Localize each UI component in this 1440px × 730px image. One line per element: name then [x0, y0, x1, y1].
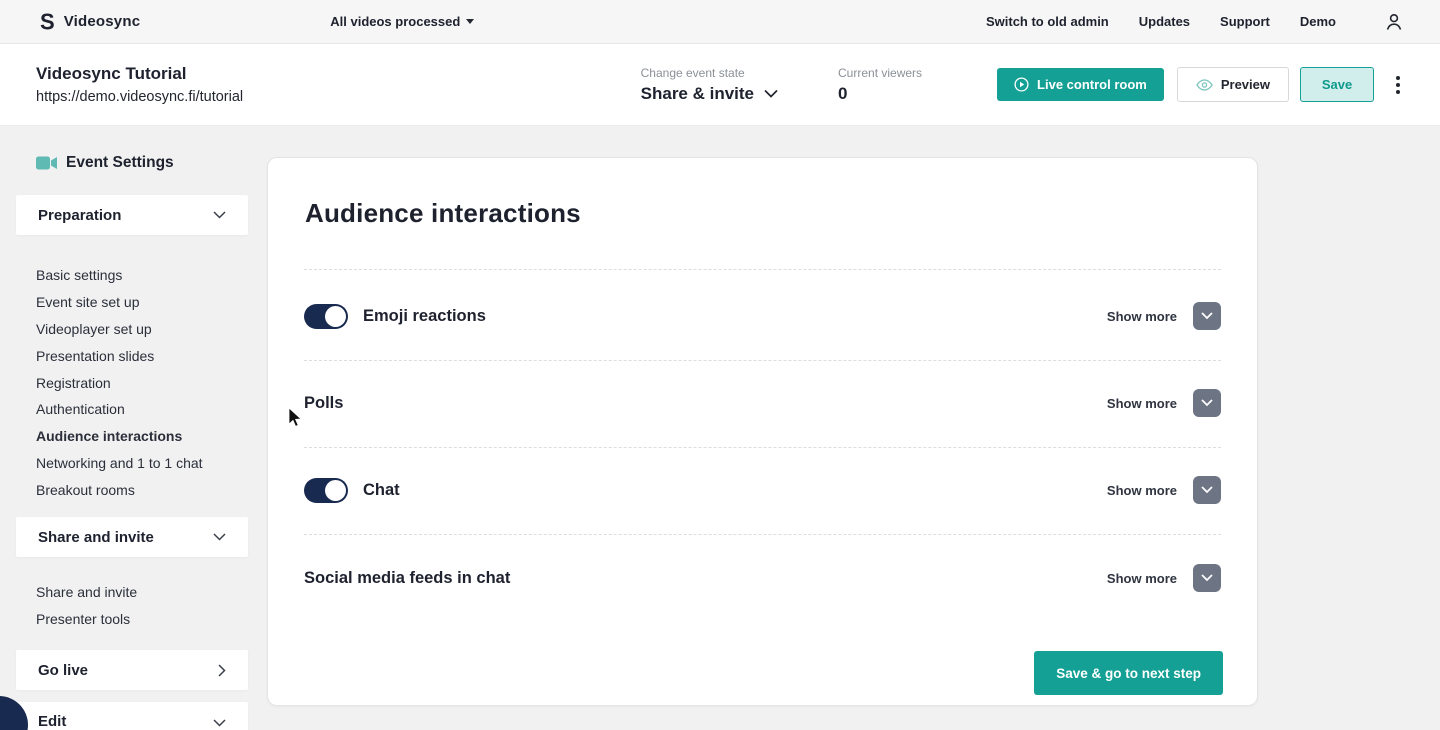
brand-name: Videosync [63, 13, 141, 30]
chevron-down-icon [213, 211, 226, 219]
chevron-down-icon [1201, 486, 1213, 494]
feature-row-emoji-reactions: Emoji reactions Show more [304, 286, 1221, 346]
sidebar-item-networking-1to1-chat[interactable]: Networking and 1 to 1 chat [36, 450, 203, 477]
share-invite-label: Share and invite [38, 528, 154, 546]
top-bar: S Videosync All videos processed Switch … [0, 0, 1440, 44]
event-state-block: Change event state Share & invite [641, 66, 778, 104]
event-title-block: Videosync Tutorial https://demo.videosyn… [36, 64, 243, 105]
videos-processed-dropdown[interactable]: All videos processed [330, 14, 475, 29]
go-live-label: Go live [38, 661, 89, 679]
feature-row-social-media-feeds: Social media feeds in chat Show more [304, 548, 1221, 608]
show-more-link[interactable]: Show more [1107, 483, 1177, 498]
event-url[interactable]: https://demo.videosync.fi/tutorial [36, 89, 243, 105]
share-invite-items: Share and invite Presenter tools [36, 579, 137, 633]
sidebar-item-basic-settings[interactable]: Basic settings [36, 262, 203, 289]
topbar-links: Switch to old admin Updates Support Demo [986, 12, 1404, 32]
current-viewers-count: 0 [838, 83, 848, 103]
divider [304, 447, 1221, 448]
sidebar-item-breakout-rooms[interactable]: Breakout rooms [36, 476, 203, 503]
sidebar-section-edit[interactable]: Edit [16, 702, 248, 730]
section-heading: Audience interactions [305, 198, 581, 228]
chevron-down-icon [764, 89, 778, 98]
expand-section-button[interactable] [1193, 476, 1221, 504]
event-state-label: Change event state [640, 65, 745, 80]
show-more-link[interactable]: Show more [1107, 571, 1177, 586]
link-switch-old-admin[interactable]: Switch to old admin [986, 14, 1109, 29]
caret-down-icon [466, 19, 475, 24]
current-viewers-label: Current viewers [838, 65, 923, 80]
videos-processed-label: All videos processed [330, 14, 461, 29]
save-button[interactable]: Save [1300, 67, 1374, 102]
event-header: Videosync Tutorial https://demo.videosyn… [0, 44, 1440, 126]
chevron-down-icon [1201, 312, 1213, 320]
expand-section-button[interactable] [1193, 389, 1221, 417]
chevron-down-icon [1201, 399, 1213, 407]
sidebar-heading-label: Event Settings [66, 154, 174, 171]
sidebar-heading: Event Settings [36, 154, 174, 172]
event-state-value: Share & invite [640, 83, 755, 103]
sidebar-item-event-site-set-up[interactable]: Event site set up [36, 289, 203, 316]
feature-label: Social media feeds in chat [304, 568, 511, 587]
link-support[interactable]: Support [1220, 14, 1270, 29]
user-account-icon[interactable] [1384, 12, 1404, 32]
feature-label: Chat [363, 480, 400, 499]
chevron-down-icon [213, 719, 226, 727]
event-state-dropdown[interactable]: Share & invite [641, 84, 778, 104]
sidebar-item-presentation-slides[interactable]: Presentation slides [36, 342, 203, 369]
feature-row-chat: Chat Show more [304, 460, 1221, 520]
videosync-logo-icon: S [40, 7, 55, 35]
save-label: Save [1321, 77, 1353, 92]
sidebar-item-audience-interactions[interactable]: Audience interactions [36, 423, 203, 450]
audience-interactions-panel: Audience interactions Emoji reactions Sh… [267, 157, 1258, 706]
chevron-down-icon [213, 533, 226, 541]
play-circle-icon [1014, 77, 1029, 92]
current-viewers-block: Current viewers 0 [838, 66, 922, 104]
sidebar-section-preparation[interactable]: Preparation [16, 195, 248, 235]
preparation-items: Basic settings Event site set up Videopl… [36, 262, 203, 503]
feature-label: Emoji reactions [363, 306, 486, 325]
emoji-reactions-toggle[interactable] [304, 303, 348, 329]
show-more-link[interactable]: Show more [1107, 309, 1177, 324]
sidebar-item-registration[interactable]: Registration [36, 369, 203, 396]
save-and-next-step-button[interactable]: Save & go to next step [1034, 651, 1223, 695]
preview-label: Preview [1220, 77, 1270, 92]
sidebar-item-authentication[interactable]: Authentication [36, 396, 203, 423]
eye-icon [1196, 78, 1213, 91]
expand-section-button[interactable] [1193, 564, 1221, 592]
divider [304, 534, 1221, 535]
more-options-menu[interactable] [1390, 70, 1406, 100]
link-demo[interactable]: Demo [1300, 14, 1336, 29]
page-title: Videosync Tutorial [36, 64, 187, 83]
chevron-down-icon [1201, 574, 1213, 582]
feature-row-polls: Polls Show more [304, 373, 1221, 433]
chevron-right-icon [218, 663, 226, 677]
sidebar-item-presenter-tools[interactable]: Presenter tools [36, 606, 137, 633]
mouse-cursor [288, 407, 302, 433]
sidebar-item-videoplayer-set-up[interactable]: Videoplayer set up [36, 316, 203, 343]
live-control-room-label: Live control room [1037, 77, 1147, 92]
sidebar-item-share-and-invite[interactable]: Share and invite [36, 579, 137, 606]
sidebar-section-go-live[interactable]: Go live [16, 650, 248, 690]
sidebar-section-share-and-invite[interactable]: Share and invite [16, 517, 248, 557]
divider [304, 269, 1221, 270]
show-more-link[interactable]: Show more [1107, 396, 1177, 411]
live-control-room-button[interactable]: Live control room [997, 68, 1164, 101]
brand[interactable]: S Videosync [40, 7, 141, 35]
edit-label: Edit [38, 713, 67, 730]
link-updates[interactable]: Updates [1139, 14, 1190, 29]
video-camera-icon [36, 156, 57, 170]
divider [304, 360, 1221, 361]
expand-section-button[interactable] [1193, 302, 1221, 330]
content-area: Event Settings Preparation Basic setting… [0, 126, 1440, 730]
preparation-label: Preparation [38, 206, 122, 224]
chat-toggle[interactable] [304, 477, 348, 503]
preview-button[interactable]: Preview [1176, 67, 1289, 102]
feature-label: Polls [304, 393, 344, 412]
